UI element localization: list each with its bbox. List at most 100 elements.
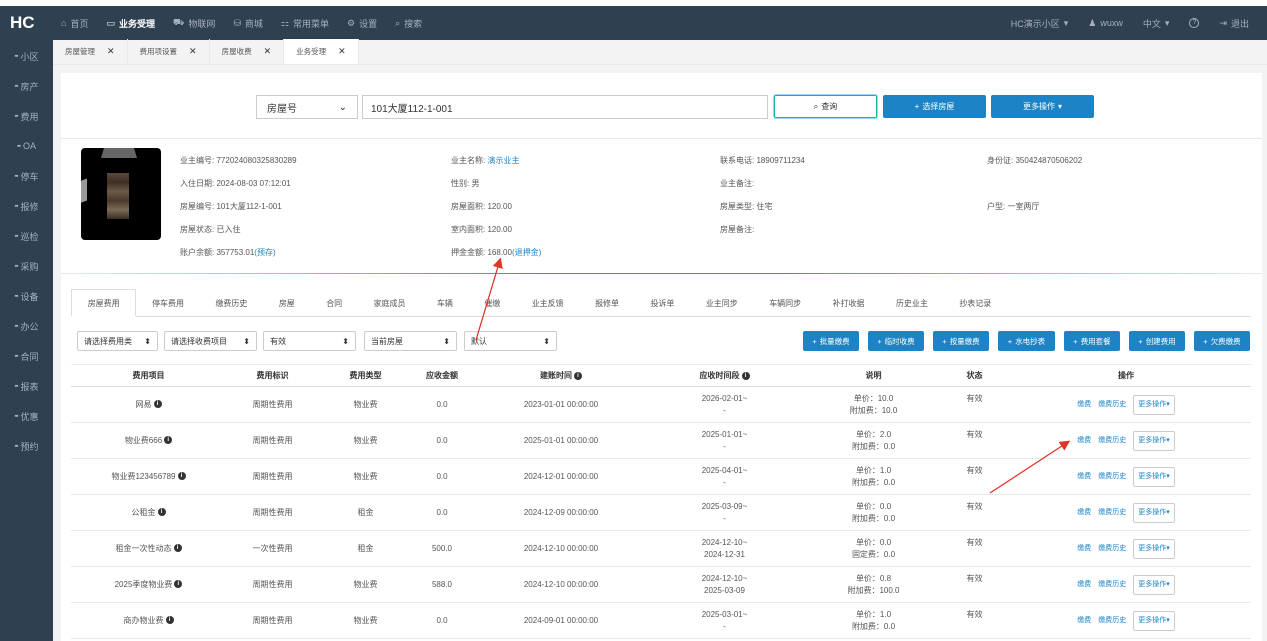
sidebar-item-discount[interactable]: ▪▪ 优惠 <box>0 401 53 431</box>
more-ops-dropdown[interactable]: 更多操作▾ <box>1133 394 1175 415</box>
house-number-input[interactable]: 101大厦112-1-001 <box>362 95 768 119</box>
user-menu[interactable]: ♟ wuxw <box>1078 6 1133 40</box>
payment-history-link[interactable]: 缴费历史 <box>1098 399 1126 411</box>
info-icon[interactable]: i <box>574 371 582 380</box>
arrears-pay-button[interactable]: + 欠费缴费 <box>1194 331 1250 351</box>
sidebar-item-reports[interactable]: ▪▪ 报表 <box>0 371 53 401</box>
room-scope-select[interactable]: 当前房屋 ⬍ <box>364 331 457 351</box>
more-ops-dropdown[interactable]: 更多操作▾ <box>1133 574 1175 595</box>
subtab-house-fees[interactable]: 房屋费用 <box>71 289 137 317</box>
subtab-family-members[interactable]: 家庭成员 <box>358 289 421 317</box>
subtab-payment-history[interactable]: 缴费历史 <box>200 289 263 317</box>
sidebar-item-property[interactable]: ▪▪ 房产 <box>0 71 53 101</box>
owner-name-link[interactable]: 演示业主 <box>487 156 519 165</box>
payment-history-link[interactable]: 缴费历史 <box>1098 435 1126 447</box>
sidebar-item-fees[interactable]: ▪▪ 费用 <box>0 101 53 131</box>
meter-reading-button[interactable]: + 水电抄表 <box>998 331 1055 351</box>
info-icon[interactable]: i <box>165 616 174 625</box>
sidebar-item-community[interactable]: ▪▪ 小区 <box>0 41 53 71</box>
sidebar-item-contract[interactable]: ▪▪ 合同 <box>0 341 53 371</box>
more-ops-dropdown[interactable]: 更多操作▾ <box>1133 502 1175 523</box>
close-icon[interactable]: ✕ <box>264 46 272 57</box>
pay-link[interactable]: 缴费 <box>1077 579 1091 591</box>
nav-mall[interactable]: ⛁ 商城 <box>224 6 272 40</box>
pay-by-usage-button[interactable]: + 按量缴费 <box>933 331 989 351</box>
fee-type-select[interactable]: 请选择费用类 ⬍ <box>77 331 158 351</box>
payment-history-link[interactable]: 缴费历史 <box>1098 471 1126 483</box>
tab-house-management[interactable]: 房屋管理 ✕ <box>53 39 128 64</box>
batch-pay-button[interactable]: + 批量缴费 <box>803 331 859 351</box>
nav-settings[interactable]: ⚙ 设置 <box>338 6 386 40</box>
tab-house-charge[interactable]: 房屋收费 ✕ <box>210 39 285 64</box>
nav-home[interactable]: ⌂ 首页 <box>52 6 97 40</box>
info-icon[interactable]: i <box>741 371 750 380</box>
close-icon[interactable]: ✕ <box>338 46 346 57</box>
info-icon[interactable]: i <box>174 580 183 589</box>
close-icon[interactable]: ✕ <box>107 46 115 57</box>
sidebar-item-office[interactable]: ▪▪ 办公 <box>0 311 53 341</box>
info-icon[interactable]: i <box>157 508 166 517</box>
language-dropdown[interactable]: 中文 ▾ <box>1133 6 1180 40</box>
subtab-repair-orders[interactable]: 报修单 <box>579 289 634 317</box>
logout-button[interactable]: ⇥ 退出 <box>1209 6 1259 40</box>
sidebar-item-repair[interactable]: ▪▪ 报修 <box>0 191 53 221</box>
pay-link[interactable]: 缴费 <box>1077 543 1091 555</box>
subtab-house[interactable]: 房屋 <box>263 289 310 317</box>
more-actions-button[interactable]: 更多操作 ▾ <box>991 95 1094 118</box>
help-button[interactable]: ? <box>1179 6 1209 40</box>
fee-package-button[interactable]: + 费用套餐 <box>1064 331 1120 351</box>
info-icon[interactable]: i <box>173 544 182 553</box>
more-ops-dropdown[interactable]: 更多操作▾ <box>1133 610 1175 631</box>
nav-search[interactable]: ⌕ 搜索 <box>386 6 431 40</box>
pay-link[interactable]: 缴费 <box>1077 507 1091 519</box>
community-dropdown[interactable]: HC演示小区 ▾ <box>1001 6 1079 40</box>
sidebar-item-booking[interactable]: ▪▪ 预约 <box>0 431 53 461</box>
tab-fee-item-settings[interactable]: 费用项设置 ✕ <box>128 39 210 64</box>
sidebar-item-purchase[interactable]: ▪▪ 采购 <box>0 251 53 281</box>
tab-business-acceptance[interactable]: 业务受理 ✕ <box>284 39 359 64</box>
nav-iot[interactable]: ⛟ 物联网 <box>164 6 224 40</box>
search-type-select[interactable]: 房屋号 ⌄ <box>256 95 358 119</box>
subtab-vehicles[interactable]: 车辆 <box>421 289 468 317</box>
create-fee-button[interactable]: + 创建费用 <box>1129 331 1185 351</box>
pay-link[interactable]: 缴费 <box>1077 471 1091 483</box>
sidebar-item-equipment[interactable]: ▪▪ 设备 <box>0 281 53 311</box>
info-icon[interactable]: i <box>177 472 186 481</box>
subtab-complaints[interactable]: 投诉单 <box>635 289 690 317</box>
subtab-contract[interactable]: 合同 <box>311 289 358 317</box>
state-select[interactable]: 有效 ⬍ <box>263 331 356 351</box>
temp-charge-button[interactable]: + 临时收费 <box>868 331 924 351</box>
prestore-link[interactable]: (预存) <box>254 248 275 257</box>
subtab-meter-records[interactable]: 抄表记录 <box>944 289 1007 317</box>
payment-history-link[interactable]: 缴费历史 <box>1098 507 1126 519</box>
pay-link[interactable]: 缴费 <box>1077 435 1091 447</box>
fee-item-select[interactable]: 请选择收费项目 ⬍ <box>164 331 257 351</box>
close-icon[interactable]: ✕ <box>189 46 197 57</box>
select-house-button[interactable]: + 选择房屋 <box>883 95 986 118</box>
subtab-parking-fees[interactable]: 停车费用 <box>136 289 199 317</box>
sidebar-item-oa[interactable]: ▪▪ OA <box>0 131 53 161</box>
sort-select[interactable]: 默认 ⬍ <box>464 331 557 351</box>
refund-deposit-link[interactable]: (退押金) <box>512 248 541 257</box>
info-icon[interactable]: i <box>164 436 173 445</box>
subtab-reprint-receipt[interactable]: 补打收据 <box>817 289 880 317</box>
subtab-vehicle-sync[interactable]: 车辆同步 <box>754 289 817 317</box>
sidebar-item-parking[interactable]: ▪▪ 停车 <box>0 161 53 191</box>
payment-history-link[interactable]: 缴费历史 <box>1098 579 1126 591</box>
query-button[interactable]: ⌕ 查询 <box>774 95 877 118</box>
more-ops-dropdown[interactable]: 更多操作▾ <box>1133 466 1175 487</box>
subtab-collection[interactable]: 催缴 <box>469 289 516 317</box>
more-ops-dropdown[interactable]: 更多操作▾ <box>1133 538 1175 559</box>
more-ops-dropdown[interactable]: 更多操作▾ <box>1133 430 1175 451</box>
payment-history-link[interactable]: 缴费历史 <box>1098 543 1126 555</box>
subtab-history-owners[interactable]: 历史业主 <box>880 289 943 317</box>
pay-link[interactable]: 缴费 <box>1077 615 1091 627</box>
subtab-owner-feedback[interactable]: 业主反馈 <box>516 289 579 317</box>
pay-link[interactable]: 缴费 <box>1077 399 1091 411</box>
nav-common-menu[interactable]: ⚏ 常用菜单 <box>272 6 338 40</box>
info-icon[interactable]: i <box>153 400 162 409</box>
nav-business[interactable]: ▭ 业务受理 <box>97 6 164 40</box>
payment-history-link[interactable]: 缴费历史 <box>1098 615 1126 627</box>
sidebar-item-inspection[interactable]: ▪▪ 巡检 <box>0 221 53 251</box>
subtab-owner-sync[interactable]: 业主同步 <box>690 289 753 317</box>
